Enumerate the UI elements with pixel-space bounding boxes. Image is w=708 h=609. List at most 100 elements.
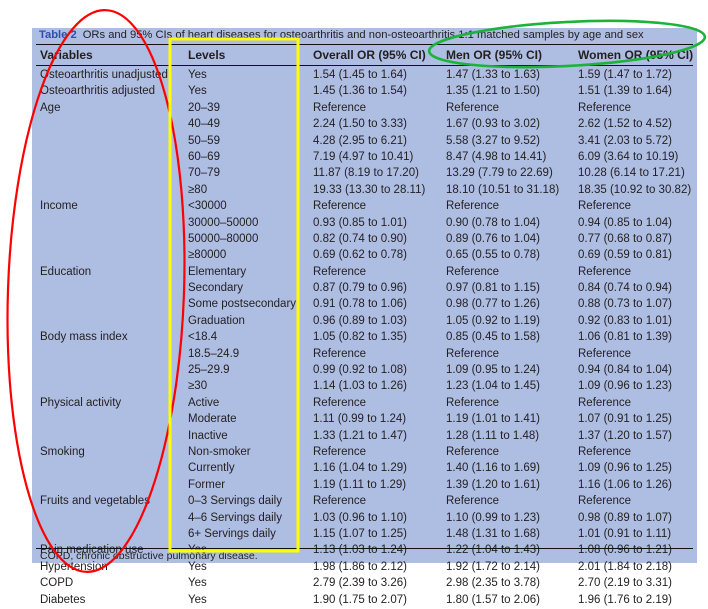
men-or-cell: Reference	[446, 265, 500, 278]
variable-cell: Education	[40, 265, 92, 278]
overall-or-cell: Reference	[313, 445, 367, 458]
table-row: Osteoarthritis adjusted Yes 1.45 (1.36 to …	[32, 84, 697, 100]
level-cell: <18.4	[188, 331, 218, 344]
women-or-cell: 0.92 (0.83 to 1.01)	[578, 314, 672, 327]
table-row: Inactive 1.33 (1.21 to 1.47) 1.28 (1.11 to…	[32, 429, 697, 445]
women-or-cell: Reference	[578, 101, 632, 114]
men-or-cell: 1.28 (1.11 to 1.48)	[446, 429, 540, 442]
women-or-cell: 1.09 (0.96 to 1.23)	[578, 380, 672, 393]
table-footnote: COPD, chronic obstructive pulmonary dise…	[40, 550, 258, 562]
women-or-cell: 2.01 (1.84 to 2.18)	[578, 560, 672, 573]
men-or-cell: 1.10 (0.99 to 1.23)	[446, 511, 540, 524]
table-row: 25–29.9 0.99 (0.92 to 1.08) 1.09 (0.95 to …	[32, 363, 697, 379]
women-or-cell: 0.94 (0.84 to 1.04)	[578, 364, 672, 377]
women-or-cell: Reference	[578, 445, 632, 458]
header-rule	[36, 65, 693, 66]
overall-or-cell: 1.90 (1.75 to 2.07)	[313, 593, 407, 606]
table-caption-text: ORs and 95% CIs of heart diseases for os…	[82, 29, 644, 41]
level-cell: Moderate	[188, 413, 237, 426]
women-or-cell: 10.28 (6.14 to 17.21)	[578, 167, 685, 180]
men-or-cell: Reference	[446, 445, 500, 458]
women-or-cell: 1.09 (0.96 to 1.25)	[578, 462, 672, 475]
level-cell: ≥80000	[188, 249, 227, 262]
men-or-cell: 1.47 (1.33 to 1.63)	[446, 69, 540, 81]
women-or-cell: 18.35 (10.92 to 30.82)	[578, 183, 692, 196]
overall-or-cell: 1.15 (1.07 to 1.25)	[313, 527, 407, 540]
men-or-cell: 0.98 (0.77 to 1.26)	[446, 298, 540, 311]
level-cell: 50–59	[188, 134, 220, 147]
table-row: COPD Yes 2.79 (2.39 to 3.26) 2.98 (2.35 to …	[32, 576, 697, 592]
table-row: 70–79 11.87 (8.19 to 17.20) 13.29 (7.79 to…	[32, 166, 697, 182]
table-row: Graduation 0.96 (0.89 to 1.03) 1.05 (0.92 …	[32, 314, 697, 330]
overall-or-cell: 1.98 (1.86 to 2.12)	[313, 560, 407, 573]
table-row: Moderate 1.11 (0.99 to 1.24) 1.19 (1.01 to…	[32, 412, 697, 428]
table-row: Physical activity Active Reference Referenc…	[32, 396, 697, 412]
table-row: 60–69 7.19 (4.97 to 10.41) 8.47 (4.98 to 1…	[32, 150, 697, 166]
women-or-cell: 1.59 (1.47 to 1.72)	[578, 69, 672, 81]
column-header-variables: Variables	[40, 48, 93, 62]
level-cell: Some postsecondary	[188, 298, 297, 311]
variable-cell: Hypertension	[40, 560, 108, 573]
men-or-cell: 2.98 (2.35 to 3.78)	[446, 577, 540, 590]
table-row: ≥80000 0.69 (0.62 to 0.78) 0.65 (0.55 to 0…	[32, 248, 697, 264]
overall-or-cell: 4.28 (2.95 to 6.21)	[313, 134, 407, 147]
level-cell: Yes	[188, 560, 207, 573]
women-or-cell: Reference	[578, 200, 632, 213]
women-or-cell: Reference	[578, 265, 632, 278]
column-header-men: Men OR (95% CI)	[446, 48, 543, 62]
variable-cell: Osteoarthritis adjusted	[40, 85, 156, 98]
overall-or-cell: 0.91 (0.78 to 1.06)	[313, 298, 407, 311]
men-or-cell: Reference	[446, 495, 500, 508]
overall-or-cell: 1.19 (1.11 to 1.29)	[313, 478, 407, 491]
women-or-cell: 0.77 (0.68 to 0.87)	[578, 232, 672, 245]
men-or-cell: Reference	[446, 396, 500, 409]
women-or-cell: 0.88 (0.73 to 1.07)	[578, 298, 672, 311]
men-or-cell: 0.97 (0.81 to 1.15)	[446, 282, 540, 295]
level-cell: Currently	[188, 462, 235, 475]
table-row: Income <30000 Reference Reference Reference	[32, 199, 697, 215]
table-row: Education Elementary Reference Reference Ref…	[32, 265, 697, 281]
men-or-cell: 1.35 (1.21 to 1.50)	[446, 85, 540, 98]
table-row: Some postsecondary 0.91 (0.78 to 1.06) 0.9…	[32, 297, 697, 313]
overall-or-cell: 1.33 (1.21 to 1.47)	[313, 429, 407, 442]
women-or-cell: 6.09 (3.64 to 10.19)	[578, 150, 679, 163]
overall-or-cell: Reference	[313, 101, 367, 114]
women-or-cell: 2.70 (2.19 to 3.31)	[578, 577, 672, 590]
level-cell: Graduation	[188, 314, 245, 327]
women-or-cell: 2.62 (1.52 to 4.52)	[578, 118, 672, 131]
table-row: Body mass index <18.4 1.05 (0.82 to 1.35) 0…	[32, 330, 697, 346]
table-row: Smoking Non-smoker Reference Reference Refer…	[32, 445, 697, 461]
women-or-cell: 0.84 (0.74 to 0.94)	[578, 282, 672, 295]
level-cell: Active	[188, 396, 220, 409]
women-or-cell: Reference	[578, 495, 632, 508]
level-cell: 70–79	[188, 167, 220, 180]
women-or-cell: 1.08 (0.96 to 1.21)	[578, 544, 672, 557]
men-or-cell: 1.92 (1.72 to 2.14)	[446, 560, 540, 573]
level-cell: <30000	[188, 200, 227, 213]
variable-cell: Age	[40, 101, 61, 114]
table-row: 30000–50000 0.93 (0.85 to 1.01) 0.90 (0.78…	[32, 216, 697, 232]
results-table: Table 2 ORs and 95% CIs of heart diseases…	[32, 28, 697, 606]
men-or-cell: 1.09 (0.95 to 1.24)	[446, 364, 540, 377]
table-row: Currently 1.16 (1.04 to 1.29) 1.40 (1.16 t…	[32, 461, 697, 477]
overall-or-cell: 1.13 (1.03 to 1.24)	[313, 544, 407, 557]
women-or-cell: Reference	[578, 396, 632, 409]
level-cell: ≥80	[188, 183, 208, 196]
men-or-cell: 0.65 (0.55 to 0.78)	[446, 249, 540, 262]
column-header-women: Women OR (95% CI)	[578, 48, 694, 62]
table-row: Hypertension Yes 1.98 (1.86 to 2.12) 1.92 (…	[32, 560, 697, 576]
table-row: ≥80 19.33 (13.30 to 28.11) 18.10 (10.51 to…	[32, 183, 697, 199]
overall-or-cell: 1.45 (1.36 to 1.54)	[313, 85, 407, 98]
level-cell: Yes	[188, 69, 207, 81]
table-row: Fruits and vegetables 0–3 Servings daily R…	[32, 494, 697, 510]
level-cell: 30000–50000	[188, 216, 259, 229]
women-or-cell: 0.69 (0.59 to 0.81)	[578, 249, 672, 262]
women-or-cell: 1.16 (1.06 to 1.26)	[578, 478, 672, 491]
overall-or-cell: 2.79 (2.39 to 3.26)	[313, 577, 407, 590]
men-or-cell: 1.05 (0.92 to 1.19)	[446, 314, 540, 327]
table-row: 50–59 4.28 (2.95 to 6.21) 5.58 (3.27 to 9.…	[32, 134, 697, 150]
overall-or-cell: 1.16 (1.04 to 1.29)	[313, 462, 407, 475]
women-or-cell: 1.07 (0.91 to 1.25)	[578, 413, 672, 426]
variable-cell: Physical activity	[40, 396, 122, 409]
men-or-cell: 13.29 (7.79 to 22.69)	[446, 167, 553, 180]
